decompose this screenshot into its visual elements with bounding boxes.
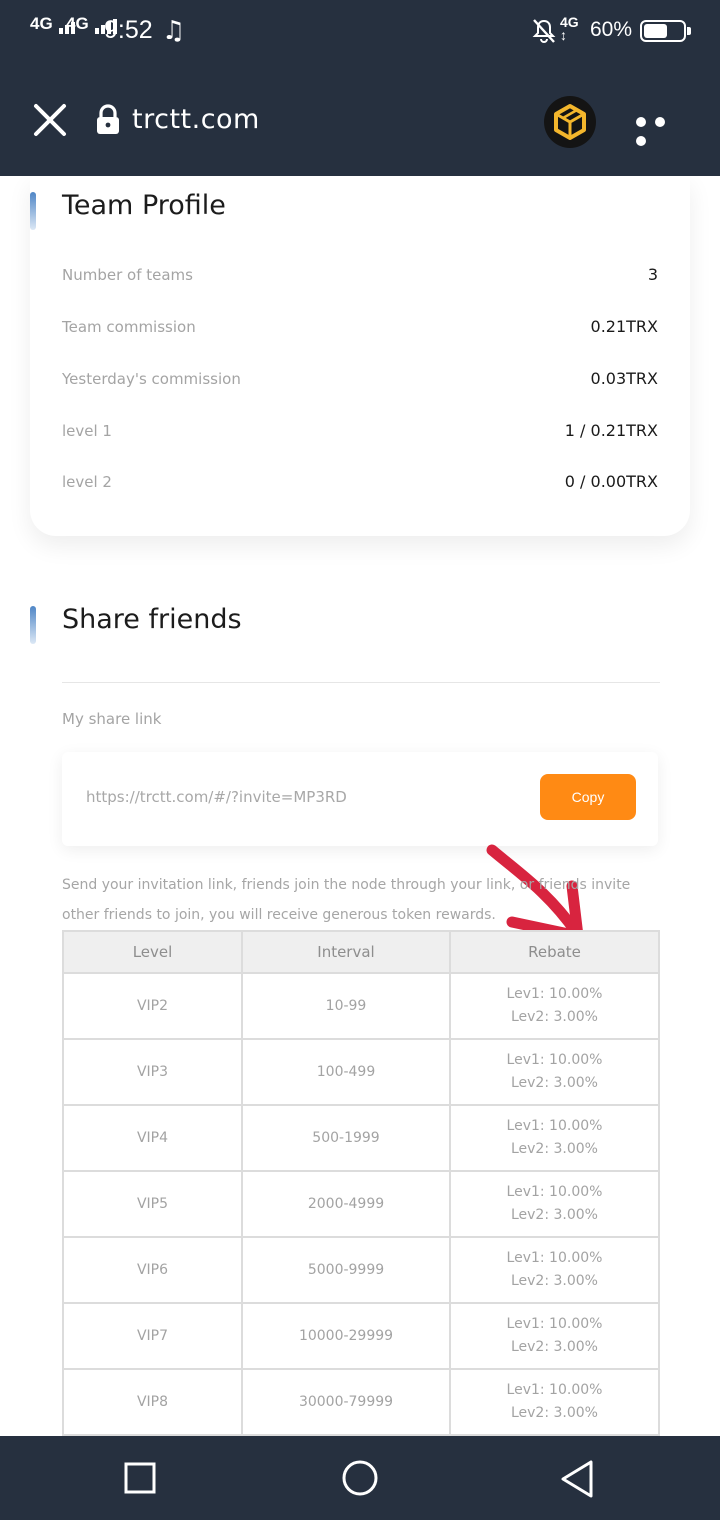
team-profile-title: Team Profile bbox=[62, 190, 226, 221]
lock-icon bbox=[97, 104, 119, 134]
copy-button[interactable]: Copy bbox=[540, 774, 636, 820]
row-label: level 1 bbox=[62, 422, 112, 440]
rebate-lev1: Lev1: 10.00% bbox=[506, 1118, 603, 1134]
bell-muted-icon bbox=[532, 19, 556, 43]
url-text[interactable]: trctt.com bbox=[132, 104, 260, 135]
row-label: Team commission bbox=[62, 318, 196, 336]
music-note-icon: ♫ bbox=[162, 16, 186, 46]
share-link-text[interactable]: https://trctt.com/#/?invite=MP3RD bbox=[86, 788, 347, 806]
row-label: Number of teams bbox=[62, 266, 193, 284]
cell-level: VIP3 bbox=[62, 1038, 243, 1106]
cell-level: VIP7 bbox=[62, 1302, 243, 1370]
row-value: 1 / 0.21TRX bbox=[564, 421, 658, 440]
row-value: 0.03TRX bbox=[590, 369, 658, 388]
cell-interval: 100-499 bbox=[241, 1038, 451, 1106]
section-accent bbox=[30, 606, 36, 644]
sim2-label: 4G bbox=[66, 14, 89, 33]
cell-interval: 5000-9999 bbox=[241, 1236, 451, 1304]
row-value: 3 bbox=[647, 265, 658, 284]
rebate-lev2: Lev2: 3.00% bbox=[510, 1141, 598, 1157]
row-label: level 2 bbox=[62, 473, 112, 491]
rebate-lev1: Lev1: 10.00% bbox=[506, 1316, 603, 1332]
divider bbox=[62, 682, 660, 683]
rebate-table: Level Interval Rebate VIP2 10-99 Lev1: 1… bbox=[62, 930, 660, 1436]
cell-level: VIP4 bbox=[62, 1104, 243, 1172]
cell-interval: 30000-79999 bbox=[241, 1368, 451, 1436]
system-nav-bar bbox=[0, 1436, 720, 1520]
sim1-label: 4G bbox=[30, 14, 53, 33]
network-indicator: 4G ↕ bbox=[560, 15, 579, 43]
site-logo[interactable] bbox=[544, 96, 596, 148]
table-header-row: Level Interval Rebate bbox=[62, 930, 660, 974]
section-accent bbox=[30, 192, 36, 230]
table-row: VIP3 100-499 Lev1: 10.00% Lev2: 3.00% bbox=[62, 1038, 660, 1106]
battery-percent: 60% bbox=[590, 18, 633, 41]
cell-interval: 10000-29999 bbox=[241, 1302, 451, 1370]
cell-interval: 500-1999 bbox=[241, 1104, 451, 1172]
rebate-lev1: Lev1: 10.00% bbox=[506, 1382, 603, 1398]
cell-interval: 2000-4999 bbox=[241, 1170, 451, 1238]
data-arrows-icon: ↕ bbox=[560, 27, 567, 43]
row-label: Yesterday's commission bbox=[62, 370, 241, 388]
cell-interval: 10-99 bbox=[241, 972, 451, 1040]
circle-home-icon[interactable] bbox=[340, 1460, 380, 1500]
cell-rebate: Lev1: 10.00% Lev2: 3.00% bbox=[449, 1368, 660, 1436]
rebate-lev1: Lev1: 10.00% bbox=[506, 1052, 603, 1068]
cell-level: VIP8 bbox=[62, 1368, 243, 1436]
share-link-label: My share link bbox=[62, 710, 162, 728]
clock: 9:52 bbox=[104, 16, 153, 44]
table-row: VIP8 30000-79999 Lev1: 10.00% Lev2: 3.00% bbox=[62, 1368, 660, 1436]
battery-icon bbox=[640, 20, 691, 42]
rebate-lev2: Lev2: 3.00% bbox=[510, 1009, 598, 1025]
rebate-lev2: Lev2: 3.00% bbox=[510, 1339, 598, 1355]
battery-fill bbox=[644, 24, 667, 38]
battery-nub bbox=[687, 27, 691, 35]
rebate-lev1: Lev1: 10.00% bbox=[506, 986, 603, 1002]
triangle-back-icon[interactable] bbox=[558, 1460, 598, 1500]
header-interval: Interval bbox=[241, 930, 451, 974]
rebate-lev2: Lev2: 3.00% bbox=[510, 1273, 598, 1289]
rebate-lev2: Lev2: 3.00% bbox=[510, 1405, 598, 1421]
rebate-lev1: Lev1: 10.00% bbox=[506, 1250, 603, 1266]
header-rebate: Rebate bbox=[449, 930, 660, 974]
table-row: VIP2 10-99 Lev1: 10.00% Lev2: 3.00% bbox=[62, 972, 660, 1040]
cell-rebate: Lev1: 10.00% Lev2: 3.00% bbox=[449, 972, 660, 1040]
square-recents-icon[interactable] bbox=[122, 1460, 158, 1496]
table-row: VIP7 10000-29999 Lev1: 10.00% Lev2: 3.00% bbox=[62, 1302, 660, 1370]
close-icon[interactable] bbox=[30, 100, 70, 140]
cell-rebate: Lev1: 10.00% Lev2: 3.00% bbox=[449, 1236, 660, 1304]
cell-rebate: Lev1: 10.00% Lev2: 3.00% bbox=[449, 1104, 660, 1172]
cube-logo-icon bbox=[554, 104, 586, 140]
cell-rebate: Lev1: 10.00% Lev2: 3.00% bbox=[449, 1038, 660, 1106]
share-description: Send your invitation link, friends join … bbox=[62, 877, 631, 923]
rebate-lev2: Lev2: 3.00% bbox=[510, 1075, 598, 1091]
table-row: VIP5 2000-4999 Lev1: 10.00% Lev2: 3.00% bbox=[62, 1170, 660, 1238]
more-dots-icon[interactable] bbox=[636, 112, 692, 146]
share-friends-title: Share friends bbox=[62, 604, 242, 635]
cell-level: VIP6 bbox=[62, 1236, 243, 1304]
top-bar: 4G 4G 9:52 ♫ 4G ↕ 60% trctt.com bbox=[0, 0, 720, 176]
cell-level: VIP2 bbox=[62, 972, 243, 1040]
cell-level: VIP5 bbox=[62, 1170, 243, 1238]
page-content[interactable]: Team Profile Number of teams 3 Team comm… bbox=[0, 176, 720, 1436]
table-row: VIP6 5000-9999 Lev1: 10.00% Lev2: 3.00% bbox=[62, 1236, 660, 1304]
status-bar: 4G 4G 9:52 ♫ 4G ↕ 60% bbox=[0, 0, 720, 64]
row-value: 0.21TRX bbox=[590, 317, 658, 336]
cell-rebate: Lev1: 10.00% Lev2: 3.00% bbox=[449, 1170, 660, 1238]
table-row: VIP4 500-1999 Lev1: 10.00% Lev2: 3.00% bbox=[62, 1104, 660, 1172]
row-value: 0 / 0.00TRX bbox=[564, 472, 658, 491]
rebate-lev1: Lev1: 10.00% bbox=[506, 1184, 603, 1200]
header-level: Level bbox=[62, 930, 243, 974]
rebate-lev2: Lev2: 3.00% bbox=[510, 1207, 598, 1223]
cell-rebate: Lev1: 10.00% Lev2: 3.00% bbox=[449, 1302, 660, 1370]
